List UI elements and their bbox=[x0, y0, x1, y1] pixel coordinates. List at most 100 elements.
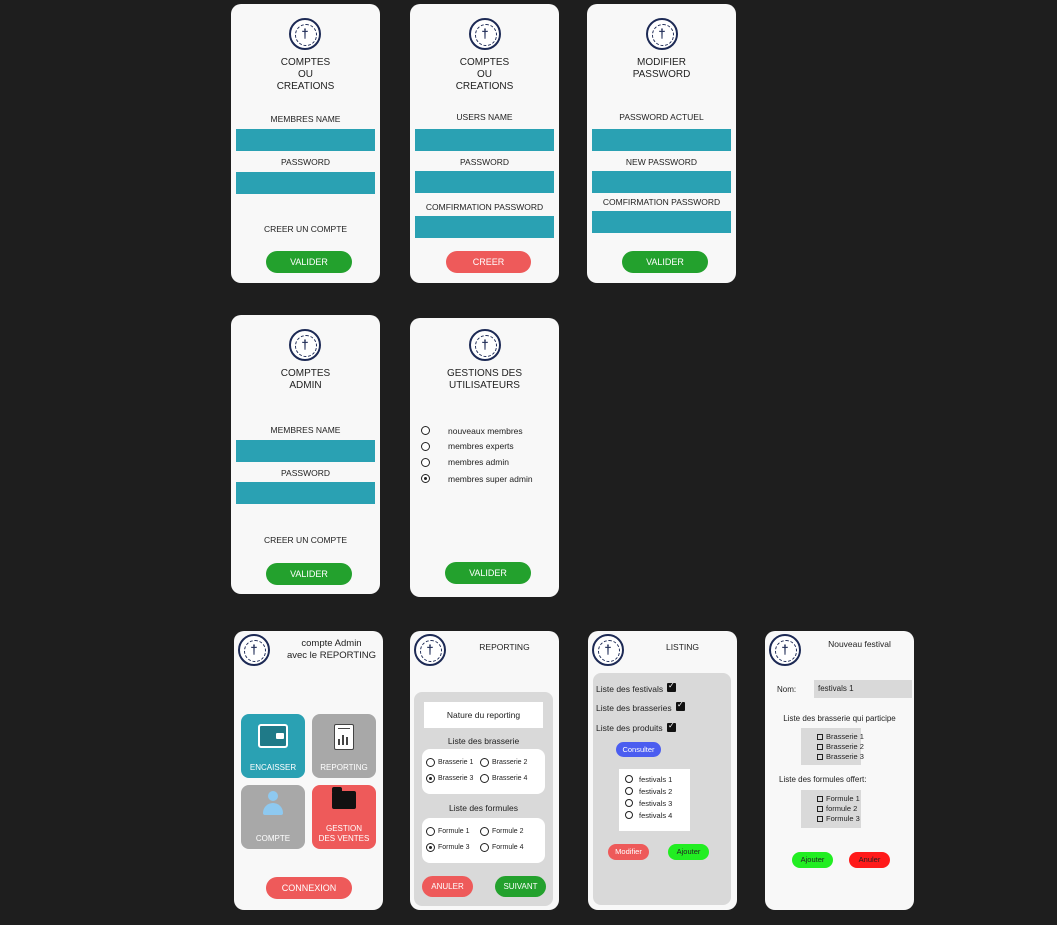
formule-option[interactable]: Formule 3 bbox=[817, 814, 860, 823]
role-label: membres super admin bbox=[448, 474, 533, 484]
password-field[interactable] bbox=[415, 171, 554, 193]
radio-button[interactable] bbox=[480, 827, 489, 836]
formule-option-label: formule 2 bbox=[826, 804, 858, 813]
username-field[interactable] bbox=[236, 129, 375, 151]
create-account-link[interactable]: CREER UN COMPTE bbox=[231, 224, 380, 234]
screen-title: COMPTES OU CREATIONS bbox=[455, 57, 514, 92]
tile-label: COMPTE bbox=[255, 834, 291, 843]
checkbox[interactable] bbox=[817, 816, 823, 823]
password-field[interactable] bbox=[236, 172, 375, 194]
connexion-button[interactable]: CONNEXION bbox=[266, 877, 352, 899]
radio-button[interactable] bbox=[426, 827, 435, 836]
radio-button[interactable] bbox=[480, 758, 489, 767]
name-value: festivals 1 bbox=[818, 684, 854, 693]
radio-button[interactable] bbox=[421, 458, 430, 467]
validate-button[interactable]: VALIDER bbox=[445, 562, 531, 584]
user-icon bbox=[262, 791, 284, 817]
formule-option[interactable]: formule 2 bbox=[817, 804, 857, 813]
tile-encaisser[interactable]: ENCAISSER bbox=[241, 714, 305, 778]
checkbox-checked[interactable] bbox=[676, 700, 685, 711]
formules-list-label: Liste des formules offert: bbox=[779, 775, 867, 784]
formule-option: Formule 3 bbox=[438, 844, 470, 851]
radio-button[interactable] bbox=[426, 774, 435, 783]
screen-title: Nouveau festival bbox=[828, 639, 891, 649]
checkbox-checked[interactable] bbox=[667, 681, 676, 692]
brasserie-option[interactable]: Brasserie 3 bbox=[817, 752, 864, 761]
report-icon bbox=[334, 724, 354, 750]
name-label: Nom: bbox=[777, 685, 797, 694]
username-field[interactable] bbox=[415, 129, 554, 151]
tile-compte[interactable]: COMPTE bbox=[241, 785, 305, 849]
checkbox-checked[interactable] bbox=[667, 721, 676, 732]
modify-button[interactable]: Modifier bbox=[608, 844, 649, 860]
radio-button[interactable] bbox=[421, 426, 430, 435]
checkbox[interactable] bbox=[817, 734, 823, 741]
login-screen: COMPTES OU CREATIONS MEMBRES NAME PASSWO… bbox=[231, 4, 380, 283]
radio-button[interactable] bbox=[625, 775, 633, 783]
folder-icon bbox=[332, 787, 356, 809]
checkbox[interactable] bbox=[817, 744, 823, 751]
festival-option: festivals 2 bbox=[639, 787, 673, 796]
radio-button[interactable] bbox=[625, 787, 633, 795]
create-account-link[interactable]: CREER UN COMPTE bbox=[231, 535, 380, 545]
listing-panel: Liste des festivals Liste des brasseries… bbox=[593, 673, 731, 905]
screen-title: compte Admin avec le REPORTING bbox=[286, 638, 377, 661]
brasserie-option[interactable]: Brasserie 2 bbox=[817, 742, 864, 751]
role-label: membres admin bbox=[448, 457, 509, 467]
formules-list-label: Liste des formules bbox=[449, 803, 518, 813]
admin-login-screen: COMPTES ADMIN MEMBRES NAME PASSWORD CREE… bbox=[231, 315, 380, 594]
brasserie-list: Brasserie 1 Brasserie 2 Brasserie 3 Bras… bbox=[422, 749, 545, 794]
radio-button[interactable] bbox=[625, 811, 633, 819]
reporting-panel: Nature du reporting Liste des brasserie … bbox=[414, 692, 553, 906]
password-field[interactable] bbox=[236, 482, 375, 504]
add-button[interactable]: Ajouter bbox=[792, 852, 833, 868]
tile-label: ENCAISSER bbox=[249, 763, 297, 772]
username-field[interactable] bbox=[236, 440, 375, 462]
current-password-field[interactable] bbox=[592, 129, 731, 151]
confirm-password-field[interactable] bbox=[592, 211, 731, 233]
cancel-button[interactable]: Anuler bbox=[849, 852, 890, 868]
radio-button[interactable] bbox=[480, 774, 489, 783]
add-button[interactable]: Ajouter bbox=[668, 844, 709, 860]
consult-button[interactable]: Consulter bbox=[616, 742, 661, 757]
password-label: PASSWORD bbox=[281, 157, 330, 167]
role-label: nouveaux membres bbox=[448, 426, 523, 436]
validate-button[interactable]: VALIDER bbox=[266, 251, 352, 273]
validate-button[interactable]: VALIDER bbox=[266, 563, 352, 585]
tile-reporting[interactable]: REPORTING bbox=[312, 714, 376, 778]
cancel-button[interactable]: ANULER bbox=[422, 876, 473, 897]
formule-option: Formule 4 bbox=[492, 844, 524, 851]
role-label: membres experts bbox=[448, 441, 514, 451]
next-button[interactable]: SUIVANT bbox=[495, 876, 546, 897]
new-password-field[interactable] bbox=[592, 171, 731, 193]
radio-button[interactable] bbox=[421, 474, 430, 483]
formule-option[interactable]: Formule 1 bbox=[817, 794, 860, 803]
tile-label: GESTION DES VENTES bbox=[318, 824, 370, 843]
checkbox[interactable] bbox=[817, 806, 823, 813]
current-password-label: PASSWORD ACTUEL bbox=[619, 112, 704, 122]
brasserie-option: Brasserie 3 bbox=[438, 775, 474, 782]
create-button[interactable]: CREER bbox=[446, 251, 531, 273]
checkbox[interactable] bbox=[817, 796, 823, 803]
brasserie-option: Brasserie 4 bbox=[492, 775, 528, 782]
formule-option-label: Formule 1 bbox=[826, 794, 860, 803]
checkbox[interactable] bbox=[817, 754, 823, 761]
new-festival-screen: Nouveau festival Nom: festivals 1 Liste … bbox=[765, 631, 914, 910]
tile-label: REPORTING bbox=[320, 763, 368, 772]
screen-title: COMPTES ADMIN bbox=[280, 368, 331, 391]
radio-button[interactable] bbox=[426, 758, 435, 767]
confirm-password-field[interactable] bbox=[415, 216, 554, 238]
radio-button[interactable] bbox=[421, 442, 430, 451]
brasserie-list-label: Liste des brasserie qui participe bbox=[783, 714, 896, 723]
formule-option: Formule 1 bbox=[438, 828, 470, 835]
validate-button[interactable]: VALIDER bbox=[622, 251, 708, 273]
brand-logo bbox=[469, 18, 501, 50]
radio-button[interactable] bbox=[625, 799, 633, 807]
brasserie-option[interactable]: Brasserie 1 bbox=[817, 732, 864, 741]
radio-button[interactable] bbox=[426, 843, 435, 852]
reporting-screen: REPORTING Nature du reporting Liste des … bbox=[410, 631, 559, 910]
tile-gestion-ventes[interactable]: GESTION DES VENTES bbox=[312, 785, 376, 849]
radio-button[interactable] bbox=[480, 843, 489, 852]
brand-logo bbox=[646, 18, 678, 50]
brand-logo bbox=[414, 634, 446, 666]
